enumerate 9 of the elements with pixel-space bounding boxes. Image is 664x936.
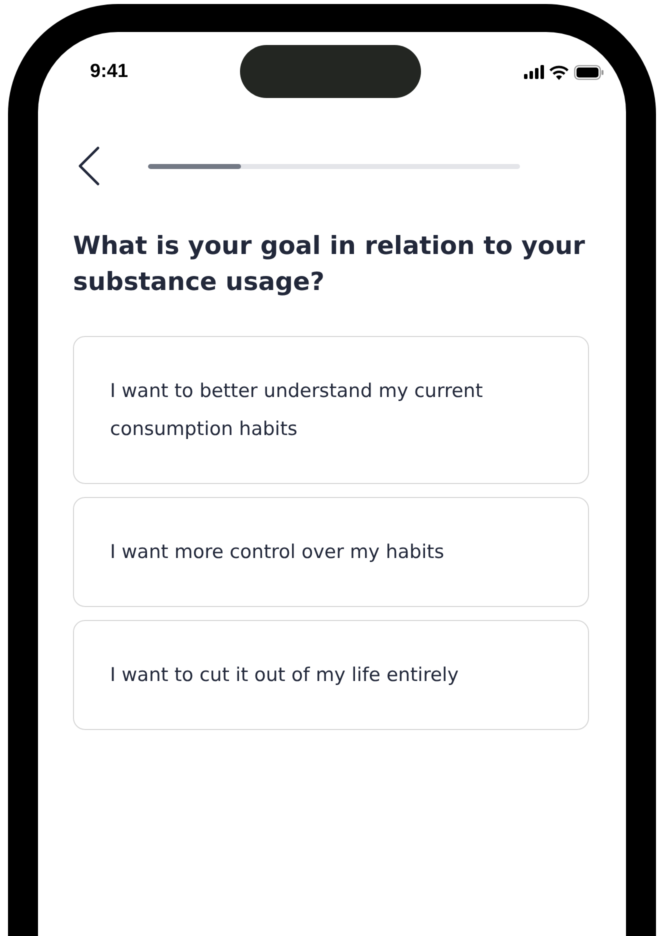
wifi-icon (549, 64, 569, 80)
back-button[interactable] (78, 146, 102, 186)
answer-option[interactable]: I want to better understand my current consumption habits (73, 336, 589, 484)
status-time: 9:41 (90, 61, 128, 83)
answer-option[interactable]: I want more control over my habits (73, 497, 589, 607)
answer-option[interactable]: I want to cut it out of my life entirely (73, 620, 589, 730)
question-title: What is your goal in relation to your substance usage? (73, 230, 586, 298)
signal-icon (524, 65, 544, 79)
battery-icon (574, 64, 604, 80)
